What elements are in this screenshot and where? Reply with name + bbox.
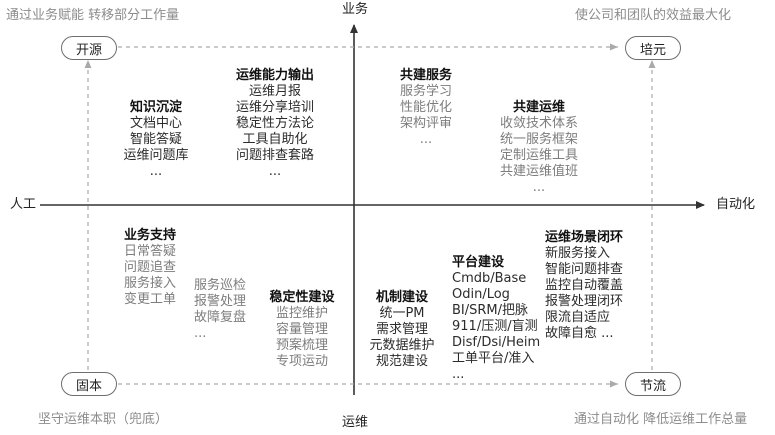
axis-label-top: 业务 xyxy=(342,2,369,17)
pill-jieliu: 节流 xyxy=(625,372,681,396)
group-item: 911/压测/盲测 xyxy=(452,319,538,334)
group-item: 服务巡检 xyxy=(194,278,247,293)
group-item: 收敛技术体系 xyxy=(499,116,578,131)
corner-caption-bottom-left: 坚守运维本职（兜底） xyxy=(38,412,169,427)
group-item: 运维问题库 xyxy=(123,148,189,163)
group-item: 报警处理 xyxy=(194,294,247,309)
group-title: 知识沉淀 xyxy=(129,100,182,115)
group-item: 性能优化 xyxy=(399,100,452,115)
group-item: 共建运维值班 xyxy=(499,164,578,179)
group-item: 运维分享培训 xyxy=(235,100,314,115)
axis-label-bottom: 运维 xyxy=(342,415,369,430)
group-stability: 稳定性建设 监控维护 容量管理 预案梳理 专项运动 xyxy=(262,290,342,370)
group-title: 业务支持 xyxy=(124,228,177,243)
group-platform: 平台建设 Cmdb/Base Odin/Log BI/SRM/把脉 911/压测… xyxy=(452,255,540,383)
group-item: 限流自适应 xyxy=(545,310,611,325)
group-item: 需求管理 xyxy=(375,322,428,337)
group-item: ... xyxy=(194,326,207,341)
group-inspection: 服务巡检 报警处理 故障复盘 ... xyxy=(194,278,246,342)
group-item: ... xyxy=(149,164,163,179)
pill-kaiyuan: 开源 xyxy=(61,36,117,60)
group-item: Odin/Log xyxy=(452,287,510,302)
group-knowledge: 知识沉淀 文档中心 智能答疑 运维问题库 ... xyxy=(112,100,200,180)
group-title: 共建服务 xyxy=(399,68,452,83)
group-ops-output: 运维能力输出 运维月报 运维分享培训 稳定性方法论 工具自助化 问题排查套路 .… xyxy=(220,68,330,180)
group-item: ... xyxy=(419,132,433,147)
group-item: 定制运维工具 xyxy=(499,148,578,163)
group-item: ... xyxy=(452,367,465,382)
group-title: 共建运维 xyxy=(512,100,565,115)
group-item: 问题排查套路 xyxy=(235,148,314,163)
group-item: 稳定性方法论 xyxy=(235,116,314,131)
group-title: 运维场景闭环 xyxy=(545,230,624,245)
group-item: ... xyxy=(268,164,282,179)
corner-caption-bottom-right: 通过自动化 降低运维工作总量 xyxy=(574,412,748,427)
group-item: Disf/Dsi/Heim xyxy=(452,335,541,350)
group-item: 服务学习 xyxy=(399,84,452,99)
group-item: 日常答疑 xyxy=(124,244,177,259)
group-item: 服务接入 xyxy=(124,276,177,291)
axis-label-right: 自动化 xyxy=(716,197,756,212)
group-title: 运维能力输出 xyxy=(235,68,314,83)
group-item: 监控自动覆盖 xyxy=(545,278,624,293)
group-item: 故障复盘 xyxy=(194,310,247,325)
group-item: 报警处理闭环 xyxy=(545,294,624,309)
group-item: 文档中心 xyxy=(129,116,182,131)
group-shared-service: 共建服务 服务学习 性能优化 架构评审 ... xyxy=(386,68,466,148)
quadrant-diagram: 业务 运维 人工 自动化 通过业务赋能 转移部分工作量 使公司和团队的效益最大化… xyxy=(0,0,775,435)
group-item: 预案梳理 xyxy=(275,338,328,353)
group-title: 机制建设 xyxy=(375,290,428,305)
group-item: 统一PM xyxy=(379,306,425,321)
group-item: 工具自助化 xyxy=(242,132,308,147)
group-item: ... xyxy=(532,180,546,195)
group-item: 规范建设 xyxy=(375,354,428,369)
group-title: 平台建设 xyxy=(452,255,505,270)
group-item: 变更工单 xyxy=(124,292,177,307)
corner-caption-top-right: 使公司和团队的效益最大化 xyxy=(575,8,732,23)
group-item: 智能答疑 xyxy=(129,132,182,147)
group-title: 稳定性建设 xyxy=(269,290,335,305)
group-item: 新服务接入 xyxy=(545,246,611,261)
axis-label-left: 人工 xyxy=(10,197,37,212)
group-item: 架构评审 xyxy=(399,116,452,131)
group-item: 故障自愈 ... xyxy=(545,326,614,341)
group-scenario: 运维场景闭环 新服务接入 智能问题排查 监控自动覆盖 报警处理闭环 限流自适应 … xyxy=(545,230,623,342)
group-item: 问题追查 xyxy=(124,260,177,275)
corner-caption-top-left: 通过业务赋能 转移部分工作量 xyxy=(6,8,180,23)
group-item: 监控维护 xyxy=(275,306,328,321)
group-item: Cmdb/Base xyxy=(452,271,527,286)
group-shared-ops: 共建运维 收敛技术体系 统一服务框架 定制运维工具 共建运维值班 ... xyxy=(489,100,589,196)
group-mechanism: 机制建设 统一PM 需求管理 元数据维护 规范建设 xyxy=(362,290,442,370)
group-item: 容量管理 xyxy=(275,322,328,337)
group-item: 统一服务框架 xyxy=(499,132,578,147)
group-item: 工单平台/准入 xyxy=(452,351,535,366)
group-biz-support: 业务支持 日常答疑 问题追查 服务接入 变更工单 xyxy=(124,228,176,308)
pill-peiyuan: 培元 xyxy=(625,36,681,60)
pill-guben: 固本 xyxy=(61,372,117,396)
group-item: 智能问题排查 xyxy=(545,262,624,277)
group-item: BI/SRM/把脉 xyxy=(452,303,529,318)
group-item: 专项运动 xyxy=(275,354,328,369)
group-item: 运维月报 xyxy=(248,84,301,99)
group-item: 元数据维护 xyxy=(369,338,435,353)
